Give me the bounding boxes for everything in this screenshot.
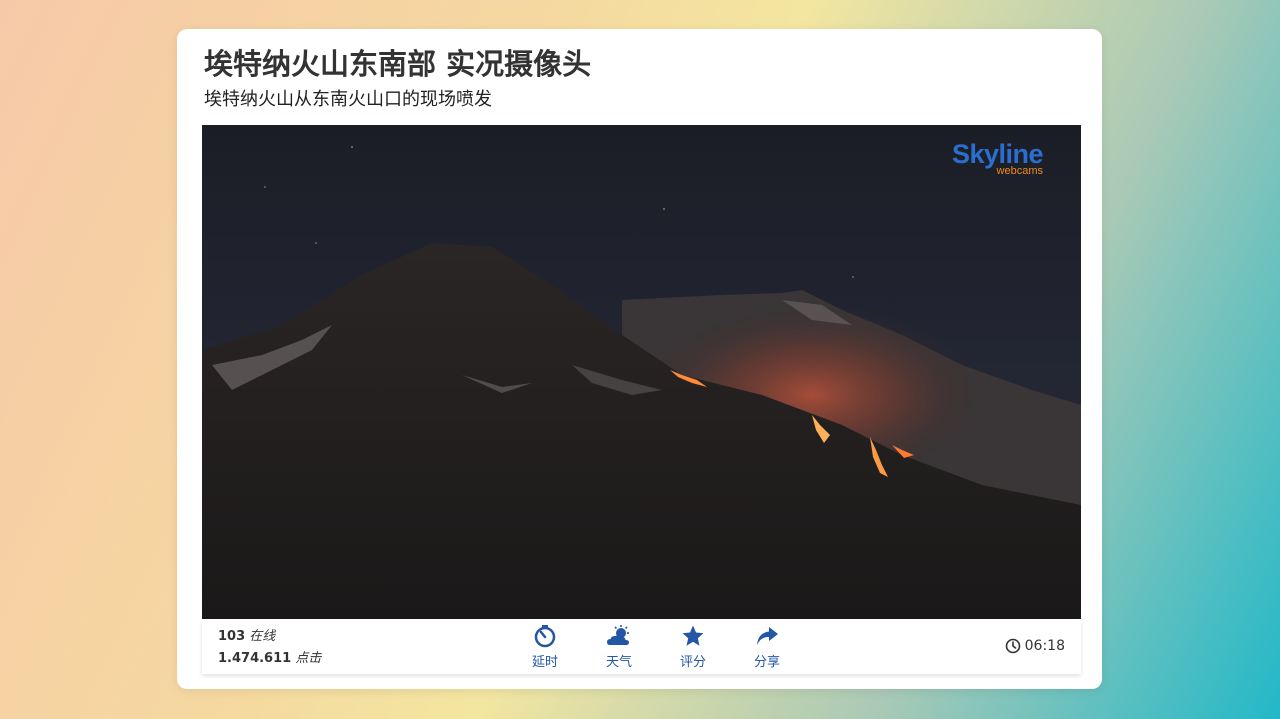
weather-label: 天气 (605, 655, 632, 670)
webcam-video[interactable]: Skyline webcams (202, 125, 1081, 619)
rating-button[interactable]: 评分 (668, 623, 718, 670)
views-label: 点击 (295, 651, 322, 666)
webcam-card: 埃特纳火山东南部 实况摄像头 埃特纳火山从东南火山口的现场喷发 Skyline … (177, 29, 1102, 689)
volcano-scene (202, 125, 1081, 619)
logo-main-text: Skyline (951, 139, 1044, 169)
clock-icon (1005, 638, 1021, 654)
online-label: 在线 (249, 629, 276, 644)
views-row: 1.474.611 点击 (218, 648, 321, 670)
viewer-stats: 103 在线 1.474.611 点击 (218, 626, 321, 670)
weather-button[interactable]: 天气 (594, 623, 644, 670)
page-title: 埃特纳火山东南部 实况摄像头 (204, 47, 592, 81)
rating-label: 评分 (679, 655, 706, 670)
share-button[interactable]: 分享 (742, 623, 792, 670)
timelapse-button[interactable]: 延时 (520, 623, 570, 670)
local-time: 06:18 (1005, 638, 1065, 654)
views-count: 1.474.611 (218, 651, 292, 666)
weather-icon (594, 623, 644, 649)
action-buttons: 延时 天气 评分 分享 (520, 623, 792, 670)
timelapse-icon (520, 623, 570, 649)
online-count: 103 (218, 629, 246, 644)
video-info-bar: 103 在线 1.474.611 点击 延时 天气 评分 分享 06:18 (202, 619, 1081, 674)
share-label: 分享 (753, 655, 780, 670)
online-row: 103 在线 (218, 626, 321, 648)
skyline-logo: Skyline webcams (951, 139, 1044, 177)
star-icon (668, 623, 718, 649)
page-subtitle: 埃特纳火山从东南火山口的现场喷发 (204, 89, 492, 110)
share-icon (742, 623, 792, 649)
clock-time: 06:18 (1024, 638, 1065, 654)
timelapse-label: 延时 (531, 655, 558, 670)
